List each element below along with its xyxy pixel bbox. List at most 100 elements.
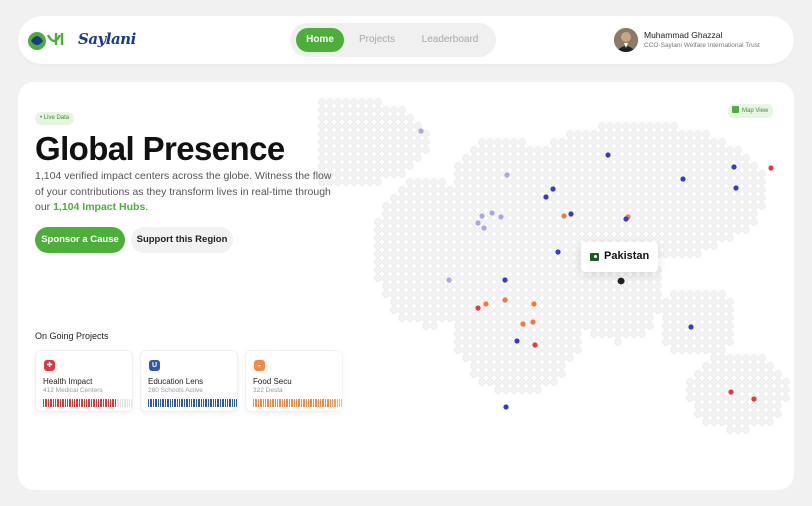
nav-projects[interactable]: Projects — [350, 28, 404, 52]
map-hex — [598, 130, 606, 138]
map-hex — [406, 162, 414, 170]
map-hex — [638, 274, 646, 282]
impact-hub-marker[interactable] — [520, 321, 526, 327]
impact-hub-marker[interactable] — [561, 213, 567, 219]
progress-tick — [119, 399, 121, 407]
saylani-logo[interactable]: Saylani — [26, 25, 162, 55]
impact-hub-marker[interactable] — [481, 225, 487, 231]
map-hex — [406, 130, 414, 138]
sponsor-cause-button[interactable]: Sponsor a Cause — [35, 227, 125, 253]
map-hex — [422, 258, 430, 266]
map-hex — [534, 266, 542, 274]
map-hex — [630, 306, 638, 314]
map-hex — [502, 218, 510, 226]
impact-hub-marker[interactable] — [502, 277, 508, 283]
country-tooltip[interactable]: Pakistan — [581, 242, 658, 272]
map-hex — [574, 154, 582, 162]
impact-hub-marker[interactable] — [498, 214, 504, 220]
impact-hub-marker[interactable] — [418, 128, 424, 134]
impact-hub-marker[interactable] — [623, 216, 629, 222]
map-hex — [550, 218, 558, 226]
impact-hub-marker[interactable] — [680, 176, 686, 182]
progress-tick — [257, 399, 260, 407]
avatar[interactable] — [614, 28, 638, 52]
map-hex — [414, 306, 422, 314]
map-hex — [470, 154, 478, 162]
map-hex — [510, 322, 518, 330]
map-hex — [726, 298, 734, 306]
map-hex — [446, 258, 454, 266]
impact-hub-marker[interactable] — [483, 301, 489, 307]
map-hex — [494, 322, 502, 330]
impact-hub-marker[interactable] — [751, 396, 757, 402]
impact-hub-marker[interactable] — [688, 324, 694, 330]
impact-hub-marker[interactable] — [728, 389, 734, 395]
impact-hub-marker[interactable] — [568, 211, 574, 217]
map-hex — [614, 194, 622, 202]
map-hex — [782, 394, 790, 402]
support-region-button[interactable]: Support this Region — [131, 227, 233, 253]
map-hex — [518, 258, 526, 266]
map-hex — [582, 306, 590, 314]
map-hex — [750, 402, 758, 410]
map-hex — [438, 258, 446, 266]
impact-hub-marker[interactable] — [479, 213, 485, 219]
map-hex — [662, 298, 670, 306]
impact-hub-marker[interactable] — [605, 152, 611, 158]
impact-hub-marker[interactable] — [555, 249, 561, 255]
map-hex — [430, 314, 438, 322]
impact-hub-marker[interactable] — [475, 220, 481, 226]
impact-hub-marker[interactable] — [543, 194, 549, 200]
map-hex — [710, 170, 718, 178]
impact-hubs-link[interactable]: 1,104 Impact Hubs — [53, 201, 145, 213]
impact-hub-marker[interactable] — [504, 172, 510, 178]
map-view-toggle[interactable]: Map View — [728, 104, 774, 118]
map-hex — [446, 226, 454, 234]
impact-hub-marker[interactable] — [503, 404, 509, 410]
map-hex — [662, 178, 670, 186]
impact-hub-marker[interactable] — [530, 319, 536, 325]
map-hex — [686, 314, 694, 322]
impact-hub-marker[interactable] — [446, 277, 452, 283]
map-hex — [422, 274, 430, 282]
project-card-education[interactable]: U Education Lens 280 Schools Active — [140, 350, 238, 412]
impact-hub-marker[interactable] — [731, 164, 737, 170]
map-hex — [734, 210, 742, 218]
map-hex — [398, 266, 406, 274]
impact-hub-marker[interactable] — [733, 185, 739, 191]
map-hex — [414, 266, 422, 274]
impact-hub-marker[interactable] — [532, 342, 538, 348]
nav-home[interactable]: Home — [296, 28, 344, 52]
impact-hub-marker[interactable] — [768, 165, 774, 171]
map-hex — [510, 346, 518, 354]
map-hex — [398, 218, 406, 226]
map-hex — [726, 194, 734, 202]
world-hex-map[interactable] — [318, 82, 794, 490]
impact-hub-marker[interactable] — [475, 305, 481, 311]
user-profile[interactable]: Muhammad Ghazzal CCO-Saylani Welfare Int… — [614, 28, 794, 54]
map-hex — [694, 154, 702, 162]
impact-hub-marker[interactable] — [502, 297, 508, 303]
map-hex — [590, 154, 598, 162]
map-hex — [702, 410, 710, 418]
impact-hub-marker[interactable] — [531, 301, 537, 307]
project-card-health[interactable]: ✚ Health Impact 412 Medical Centers — [35, 350, 133, 412]
map-hex — [718, 378, 726, 386]
map-hex — [662, 186, 670, 194]
map-hex — [622, 306, 630, 314]
map-hex — [470, 242, 478, 250]
map-hex — [670, 186, 678, 194]
progress-tick — [109, 399, 112, 407]
selected-country-pin[interactable] — [617, 277, 625, 285]
map-hex — [614, 138, 622, 146]
impact-hub-marker[interactable] — [489, 210, 495, 216]
map-hex — [478, 202, 486, 210]
map-hex — [694, 410, 702, 418]
progress-tick — [303, 399, 305, 407]
impact-hub-marker[interactable] — [550, 186, 556, 192]
progress-tick — [57, 399, 59, 407]
map-hex — [622, 282, 630, 290]
map-hex — [734, 362, 742, 370]
impact-hub-marker[interactable] — [514, 338, 520, 344]
nav-leaderboard[interactable]: Leaderboard — [410, 28, 490, 52]
